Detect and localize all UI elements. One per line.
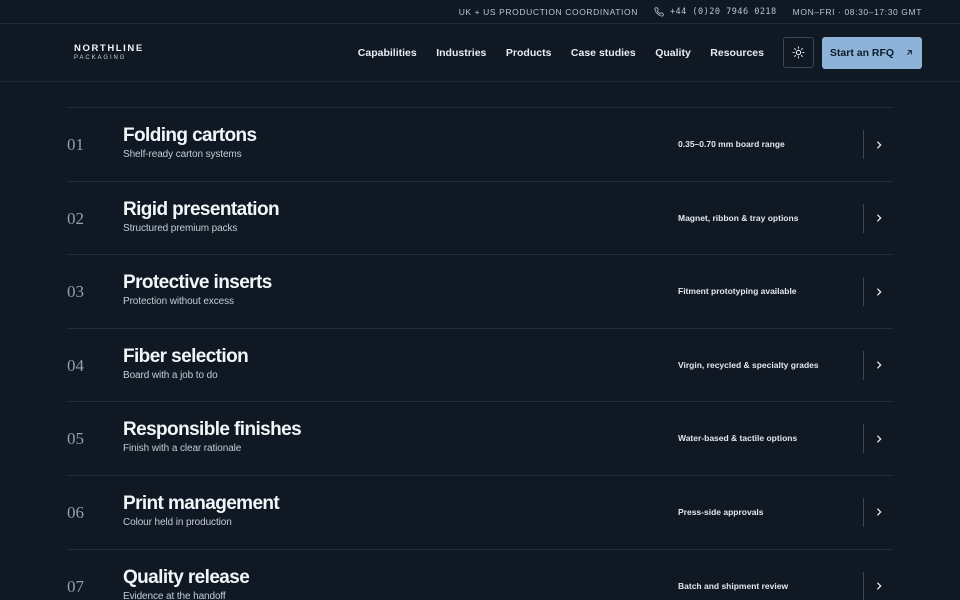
capability-number: 02 xyxy=(67,208,84,228)
capability-subtitle: Protection without excess xyxy=(123,296,234,308)
chevron-right-icon[interactable] xyxy=(863,203,893,233)
capability-row[interactable]: 02 Rigid presentation Structured premium… xyxy=(67,182,893,256)
capability-title: Responsible finishes xyxy=(123,419,302,441)
sun-icon xyxy=(792,46,805,59)
capability-detail: 0.35–0.70 mm board range xyxy=(678,139,785,149)
chevron-right-icon[interactable] xyxy=(863,277,893,307)
capability-subtitle: Evidence at the handoff xyxy=(123,590,226,600)
capability-subtitle: Board with a job to do xyxy=(123,369,218,381)
chevron-right-icon[interactable] xyxy=(863,424,893,454)
capability-number: 04 xyxy=(67,355,84,375)
start-rfq-button[interactable]: Start an RFQ xyxy=(822,36,922,69)
capability-row[interactable]: 01 Folding cartons Shelf-ready carton sy… xyxy=(67,108,893,182)
primary-nav: Capabilities Industries Products Case st… xyxy=(338,47,764,59)
capability-detail: Fitment prototyping available xyxy=(678,286,797,297)
theme-toggle-button[interactable] xyxy=(783,37,814,68)
capability-subtitle: Finish with a clear rationale xyxy=(123,443,242,455)
brand-name: NORTHLINE xyxy=(74,42,144,54)
capability-title: Rigid presentation xyxy=(123,198,280,220)
nav-products[interactable]: Products xyxy=(506,47,552,59)
capability-row[interactable]: 05 Responsible finishes Finish with a cl… xyxy=(67,402,893,476)
nav-industries[interactable]: Industries xyxy=(436,47,486,59)
capability-detail: Press-side approvals xyxy=(678,506,764,517)
capability-number: 05 xyxy=(67,429,84,449)
chevron-right-icon[interactable] xyxy=(863,130,893,159)
phone-link[interactable]: +44 (0)20 7946 0218 xyxy=(654,7,777,17)
capability-detail: Virgin, recycled & specialty grades xyxy=(678,359,819,370)
capability-detail: Water-based & tactile options xyxy=(678,433,798,444)
capability-number: 07 xyxy=(67,576,84,596)
capability-title: Quality release xyxy=(123,566,250,588)
chevron-right-icon[interactable] xyxy=(863,571,893,600)
capability-row[interactable]: 03 Protective inserts Protection without… xyxy=(67,255,893,329)
main-navbar: NORTHLINE PACKAGING Capabilities Industr… xyxy=(0,24,960,82)
phone-icon xyxy=(654,6,664,17)
capability-detail: Magnet, ribbon & tray options xyxy=(678,212,799,223)
brand-tagline: PACKAGING xyxy=(74,55,127,62)
chevron-right-icon[interactable] xyxy=(863,350,893,380)
capability-subtitle: Shelf-ready carton systems xyxy=(123,149,242,160)
capability-title: Fiber selection xyxy=(123,345,249,367)
arrow-up-right-icon xyxy=(907,50,912,55)
nav-case-studies[interactable]: Case studies xyxy=(571,47,636,59)
chevron-right-icon[interactable] xyxy=(863,497,893,527)
utility-bar: UK + US PRODUCTION COORDINATION +44 (0)2… xyxy=(0,0,960,24)
capability-title: Protective inserts xyxy=(123,272,272,294)
capability-title: Folding cartons xyxy=(123,125,257,146)
capability-row[interactable]: 07 Quality release Evidence at the hando… xyxy=(67,550,893,600)
capability-subtitle: Colour held in production xyxy=(123,516,232,528)
capability-row[interactable]: 04 Fiber selection Board with a job to d… xyxy=(67,329,893,403)
capabilities-list: 01 Folding cartons Shelf-ready carton sy… xyxy=(67,107,893,600)
capability-subtitle: Structured premium packs xyxy=(123,222,238,234)
coordination-label: UK + US PRODUCTION COORDINATION xyxy=(458,6,638,17)
phone-number: +44 (0)20 7946 0218 xyxy=(669,6,777,17)
capability-number: 06 xyxy=(67,502,84,522)
capability-number: 01 xyxy=(67,135,84,154)
start-rfq-label: Start an RFQ xyxy=(829,46,895,59)
hours-label: MON–FRI · 08:30–17:30 GMT xyxy=(792,6,922,17)
capability-row[interactable]: 06 Print management Colour held in produ… xyxy=(67,476,893,550)
nav-quality[interactable]: Quality xyxy=(655,47,691,59)
capability-number: 03 xyxy=(67,282,84,302)
nav-resources[interactable]: Resources xyxy=(710,47,764,59)
capability-detail: Batch and shipment review xyxy=(678,580,789,591)
capability-title: Print management xyxy=(123,492,280,514)
brand-logo[interactable]: NORTHLINE PACKAGING xyxy=(74,44,144,62)
nav-capabilities[interactable]: Capabilities xyxy=(358,47,417,59)
